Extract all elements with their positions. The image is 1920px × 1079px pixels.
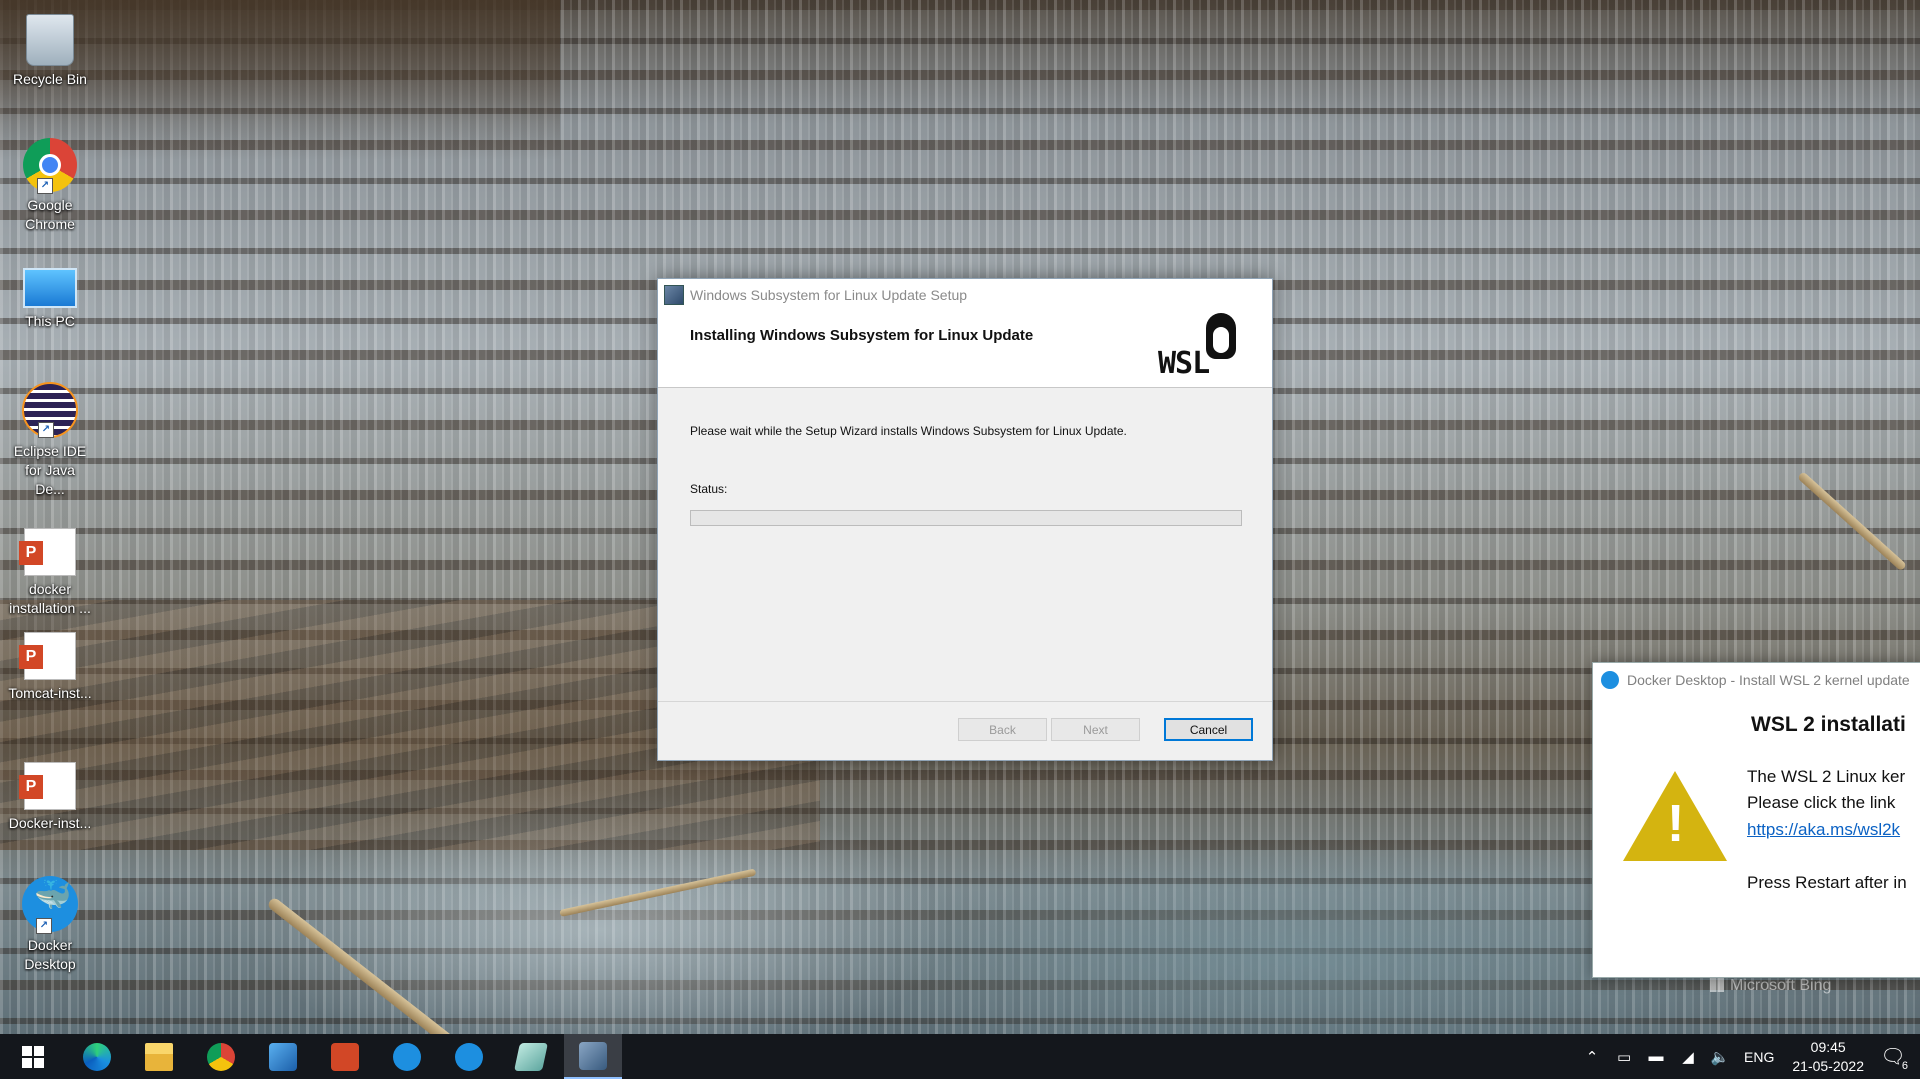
desktop-icon-label: This PC: [25, 313, 75, 329]
docker-message-line: Please click the link: [1747, 793, 1896, 812]
wsl2-kernel-link[interactable]: https://aka.ms/wsl2k: [1747, 820, 1900, 840]
system-tray: ⌃ ▭ ▬ ◢ 🔈 ENG 09:45 21-05-2022 🗨 6: [1576, 1034, 1920, 1079]
docker-message-line: The WSL 2 Linux ker: [1747, 767, 1906, 786]
taskbar-docker-installer[interactable]: [440, 1034, 498, 1079]
wallpaper-branch: [1796, 471, 1908, 572]
docker-icon: [455, 1042, 483, 1071]
shortcut-arrow-icon: ↗: [38, 422, 54, 438]
input-language[interactable]: ENG: [1744, 1049, 1774, 1065]
desktop-icon-label: docker installation ...: [9, 581, 91, 616]
wizard-body: Please wait while the Setup Wizard insta…: [658, 388, 1272, 710]
penguin-icon: [1206, 313, 1236, 359]
app-icon: [269, 1042, 297, 1071]
wallpaper-branch: [559, 868, 757, 917]
desktop-icon-docker-installation-2[interactable]: Docker-inst...: [2, 762, 98, 833]
desktop-icon-label: Google Chrome: [25, 197, 75, 232]
folder-icon: [145, 1042, 173, 1071]
cancel-button[interactable]: Cancel: [1164, 718, 1253, 741]
app-icon: [514, 1042, 548, 1071]
taskbar-edge[interactable]: [68, 1034, 126, 1079]
wifi-icon[interactable]: ◢: [1678, 1049, 1698, 1066]
taskbar-docker[interactable]: [378, 1034, 436, 1079]
clock-date: 21-05-2022: [1792, 1057, 1864, 1074]
taskbar-chrome[interactable]: [192, 1034, 250, 1079]
installer-icon: [579, 1041, 607, 1070]
notification-count: 6: [1901, 1059, 1908, 1072]
shortcut-arrow-icon: ↗: [37, 178, 53, 194]
volume-icon[interactable]: 🔈: [1710, 1049, 1730, 1066]
taskbar-app[interactable]: [502, 1034, 560, 1079]
wizard-message: Please wait while the Setup Wizard insta…: [690, 424, 1127, 438]
docker-dialog-heading: WSL 2 installati: [1751, 713, 1906, 736]
desktop-icon-google-chrome[interactable]: ↗ Google Chrome: [2, 138, 98, 234]
bing-watermark: Microsoft Bing: [1710, 977, 1831, 995]
taskbar-powerpoint[interactable]: [316, 1034, 374, 1079]
clock[interactable]: 09:45 21-05-2022: [1792, 1038, 1864, 1076]
wallpaper-branch: [266, 896, 542, 1034]
taskbar-app[interactable]: [254, 1034, 312, 1079]
taskbar: ⌃ ▭ ▬ ◢ 🔈 ENG 09:45 21-05-2022 🗨 6: [0, 1034, 1920, 1079]
desktop-icon-label: Docker-inst...: [8, 815, 92, 831]
wizard-footer: Back Next Cancel: [658, 701, 1272, 760]
wsl-logo-text: WSL: [1158, 346, 1210, 381]
document-icon: [19, 762, 76, 810]
bing-watermark-text: Microsoft Bing: [1730, 977, 1832, 994]
desktop-icon-label: Docker Desktop: [24, 937, 76, 972]
installer-icon: [664, 285, 684, 305]
shortcut-arrow-icon: ↗: [36, 918, 52, 934]
desktop-icon-docker-installation[interactable]: docker installation ...: [2, 528, 98, 618]
window-title: Windows Subsystem for Linux Update Setup: [690, 287, 968, 303]
docker-window-title-bar[interactable]: Docker Desktop - Install WSL 2 kernel up…: [1593, 663, 1920, 697]
docker-message-line: Press Restart after in: [1747, 873, 1907, 892]
warning-exclamation-icon: !: [1667, 795, 1685, 853]
powerpoint-icon: [331, 1042, 359, 1071]
docker-wsl2-window[interactable]: Docker Desktop - Install WSL 2 kernel up…: [1592, 662, 1920, 978]
desktop-icon-this-pc[interactable]: This PC: [2, 262, 98, 331]
recycle-bin-icon: [26, 14, 74, 66]
document-icon: [19, 528, 76, 576]
taskbar-wsl-setup[interactable]: [564, 1034, 622, 1079]
install-progress-bar: [690, 510, 1242, 526]
battery-icon[interactable]: ▬: [1646, 1048, 1666, 1065]
windows-logo-icon: [22, 1045, 44, 1068]
chevron-up-icon[interactable]: ⌃: [1582, 1049, 1602, 1066]
desktop-icon-tomcat-installation[interactable]: Tomcat-inst...: [2, 632, 98, 703]
wizard-heading: Installing Windows Subsystem for Linux U…: [690, 327, 1034, 344]
taskbar-file-explorer[interactable]: [130, 1034, 188, 1079]
next-button[interactable]: Next: [1051, 718, 1140, 741]
action-center-button[interactable]: 🗨 6: [1878, 1042, 1908, 1072]
wsl-setup-window[interactable]: Windows Subsystem for Linux Update Setup…: [657, 278, 1273, 761]
desktop-icon-label: Tomcat-inst...: [8, 685, 92, 701]
computer-icon: [23, 268, 77, 308]
desktop-icon-label: Recycle Bin: [13, 71, 87, 87]
meet-now-icon[interactable]: ▭: [1614, 1049, 1634, 1066]
desktop-icon-docker-desktop[interactable]: ↗ Docker Desktop: [2, 876, 98, 974]
start-button[interactable]: [4, 1034, 62, 1079]
window-title-bar[interactable]: Windows Subsystem for Linux Update Setup: [658, 279, 1272, 311]
wsl-logo: WSL: [1158, 311, 1254, 385]
docker-whale-icon: [1601, 671, 1619, 689]
status-label: Status:: [690, 482, 728, 496]
powerpoint-icon: [19, 632, 76, 680]
wizard-header: Installing Windows Subsystem for Linux U…: [658, 311, 1272, 388]
bing-logo-icon: [1710, 978, 1724, 992]
desktop-icon-label: Eclipse IDE for Java De...: [13, 443, 87, 497]
chrome-icon: [207, 1042, 235, 1071]
desktop-icon-eclipse[interactable]: ↗ Eclipse IDE for Java De...: [2, 382, 98, 499]
docker-icon: ↗: [22, 876, 78, 934]
docker-icon: [393, 1042, 421, 1071]
clock-time: 09:45: [1810, 1038, 1846, 1055]
chrome-icon: ↗: [23, 138, 77, 194]
eclipse-icon: ↗: [22, 382, 78, 438]
edge-icon: [83, 1042, 111, 1071]
back-button[interactable]: Back: [958, 718, 1047, 741]
desktop-icon-recycle-bin[interactable]: Recycle Bin: [2, 14, 98, 89]
docker-window-title: Docker Desktop - Install WSL 2 kernel up…: [1627, 672, 1910, 688]
